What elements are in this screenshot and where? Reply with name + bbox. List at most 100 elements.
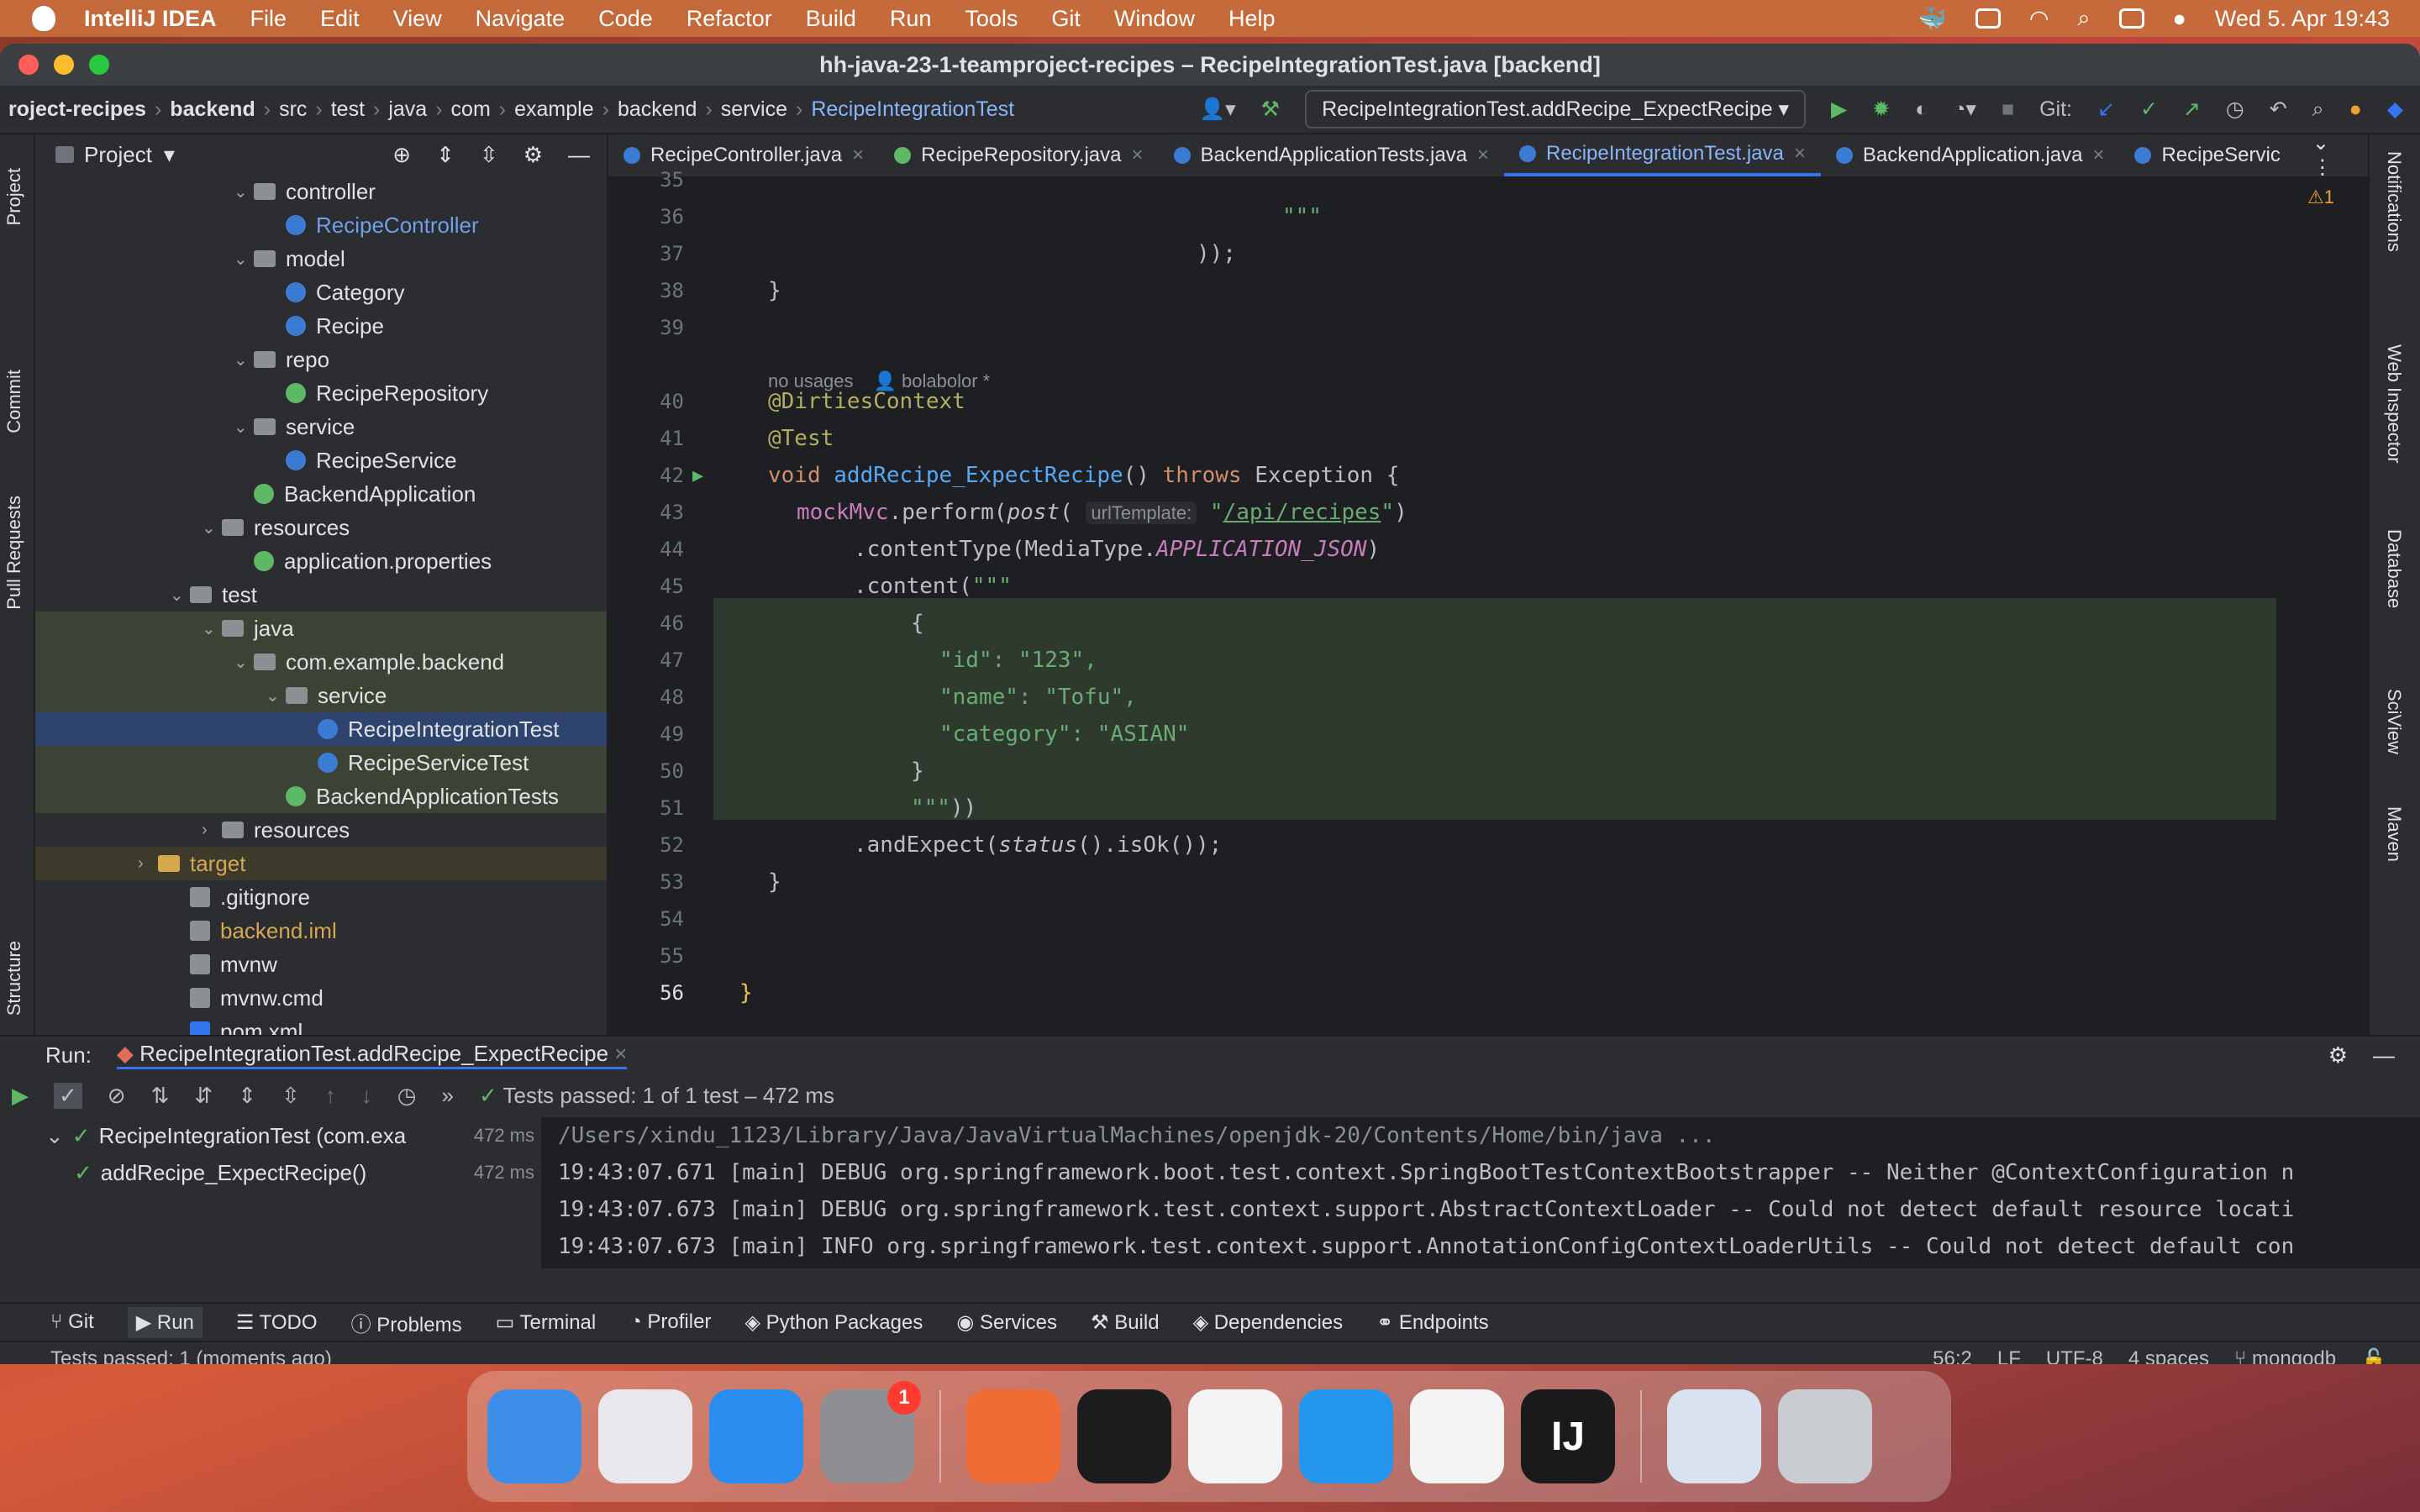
tool-database[interactable]: Database [2383,529,2405,608]
app-menu[interactable]: IntelliJ IDEA [84,6,217,32]
tree-item[interactable]: Recipe [35,309,607,343]
apple-icon[interactable] [32,6,55,31]
finder-dock-icon[interactable] [487,1389,581,1483]
console-output[interactable]: /Users/xindu_1123/Library/Java/JavaVirtu… [541,1117,2420,1268]
tab-profiler[interactable]: ◔ Profiler [629,1310,711,1334]
tab-git[interactable]: ⑂ Git [50,1310,94,1334]
history-icon[interactable]: ◷ [397,1083,417,1109]
git-branch[interactable]: ⑂ mongodb [2234,1347,2336,1365]
hide-icon[interactable]: — [2373,1042,2395,1068]
line-number[interactable]: 41 [608,427,684,450]
tree-item[interactable]: backend.iml [35,914,607,948]
tree-item[interactable]: mvnw [35,948,607,981]
line-number[interactable]: 47 [608,648,684,672]
spotlight-icon[interactable]: ⌕ [2077,5,2090,32]
menu-refactor[interactable]: Refactor [687,6,772,32]
line-number[interactable]: 36 [608,205,684,228]
chevron-down-icon[interactable]: ⌄ [234,417,254,438]
chevron-down-icon[interactable]: ⌄ [266,685,286,706]
sort-duration-icon[interactable]: ⇵ [194,1083,213,1109]
slack-dock-icon[interactable] [1188,1389,1282,1483]
rerun-icon[interactable]: ▶ [12,1083,29,1109]
tree-item[interactable]: ⌄ test [35,578,607,612]
line-number[interactable]: 55 [608,944,684,968]
tree-item[interactable]: RecipeRepository [35,376,607,410]
menu-file[interactable]: File [250,6,287,32]
tab-python-packages[interactable]: ◈ Python Packages [744,1310,923,1335]
caret-position[interactable]: 56:2 [1933,1347,1972,1365]
menu-navigate[interactable]: Navigate [476,6,566,32]
tree-item[interactable]: ⌄ model [35,242,607,276]
code-editor[interactable]: ⚠1 35 36 """ 37)); 38} 39 no usages 👤 bolabolor… [608,168,2368,1035]
terminal-dock-icon[interactable] [1077,1389,1171,1483]
build-icon[interactable]: ⚒ [1261,97,1280,122]
breadcrumb-item[interactable]: example [514,97,594,122]
tree-item[interactable]: ⌄ repo [35,343,607,376]
breadcrumb-item[interactable]: java [388,97,427,122]
menu-edit[interactable]: Edit [320,6,360,32]
close-icon[interactable]: × [1131,144,1143,167]
test-suite-row[interactable]: ⌄ ✓ RecipeIntegrationTest (com.exa 472 m… [45,1117,541,1154]
git-rollback-icon[interactable]: ↶ [2270,97,2287,122]
chevron-down-icon[interactable]: ⌄ [234,349,254,370]
tree-item[interactable]: ⌄ java [35,612,607,645]
battery-icon[interactable] [1975,8,2001,29]
chevron-down-icon[interactable]: ⌄ [234,181,254,202]
tab-build[interactable]: ⚒ Build [1091,1310,1160,1335]
safari-dock-icon[interactable] [709,1389,803,1483]
close-icon[interactable]: × [1794,142,1806,165]
tree-item[interactable]: RecipeController [35,208,607,242]
mongodb-compass-dock-icon[interactable] [1410,1389,1504,1483]
menu-git[interactable]: Git [1051,6,1081,32]
line-number[interactable]: 52 [608,833,684,857]
breadcrumb-item[interactable]: backend [618,97,697,122]
breadcrumb-item[interactable]: roject-recipes [8,97,146,122]
line-number[interactable]: 40 [608,390,684,413]
next-failed-icon[interactable]: ↓ [361,1083,372,1109]
line-number[interactable]: 44 [608,538,684,561]
profile-icon[interactable]: ◔▾ [1953,97,1976,122]
tab-problems[interactable]: ⓘ Problems [351,1308,462,1337]
line-number[interactable]: 56 [608,981,684,1005]
line-number[interactable]: 53 [608,870,684,894]
stop-icon[interactable]: ■ [2002,97,2014,122]
siri-icon[interactable]: ● [2173,6,2186,32]
tree-item[interactable]: application.properties [35,544,607,578]
editor-tab[interactable]: BackendApplicationTests.java × [1159,134,1505,176]
project-panel-title[interactable]: Project [84,142,152,168]
tab-services[interactable]: ◉ Services [956,1310,1057,1335]
gear-icon[interactable]: ⚙ [2328,1042,2348,1068]
prev-failed-icon[interactable]: ↑ [325,1083,336,1109]
run-configuration-select[interactable]: RecipeIntegrationTest.addRecipe_ExpectRe… [1305,90,1807,129]
git-history-icon[interactable]: ◷ [2226,97,2244,122]
update-icon[interactable]: ● [2349,97,2362,122]
menu-run[interactable]: Run [890,6,932,32]
breadcrumb-item[interactable]: backend [170,97,255,122]
tree-item[interactable]: ⌄ service [35,410,607,444]
editor-tab[interactable]: BackendApplication.java × [1821,134,2120,176]
tree-item[interactable]: ⌄ resources [35,511,607,544]
menu-help[interactable]: Help [1228,6,1276,32]
chevron-down-icon[interactable]: ⌄ [45,1123,64,1149]
tool-structure[interactable]: Structure [3,941,25,1016]
jetbrains-logo-icon[interactable]: ◆ [2387,97,2403,122]
collapse-all-icon[interactable]: ⇳ [281,1083,300,1109]
file-encoding[interactable]: UTF-8 [2046,1347,2103,1365]
git-update-icon[interactable]: ↙ [2097,97,2115,122]
menu-view[interactable]: View [393,6,442,32]
breadcrumb-item[interactable]: test [331,97,365,122]
chevron-right-icon[interactable]: › [138,854,158,874]
locate-icon[interactable]: ⊕ [392,142,411,168]
close-icon[interactable]: × [1477,144,1489,167]
docker-dock-icon[interactable] [1299,1389,1393,1483]
tree-item[interactable]: › resources [35,813,607,847]
line-separator[interactable]: LF [1997,1347,2021,1365]
wifi-icon[interactable]: ◠ [2029,6,2049,32]
chevron-down-icon[interactable]: ▾ [164,142,175,168]
docker-status-icon[interactable]: 🐳 [1918,5,1947,32]
tree-item[interactable]: › target [35,847,607,880]
chevron-down-icon[interactable]: ⌄ [202,517,222,538]
clock[interactable]: Wed 5. Apr 19:43 [2215,6,2390,32]
line-number[interactable]: 48 [608,685,684,709]
git-push-icon[interactable]: ↗ [2183,97,2201,122]
